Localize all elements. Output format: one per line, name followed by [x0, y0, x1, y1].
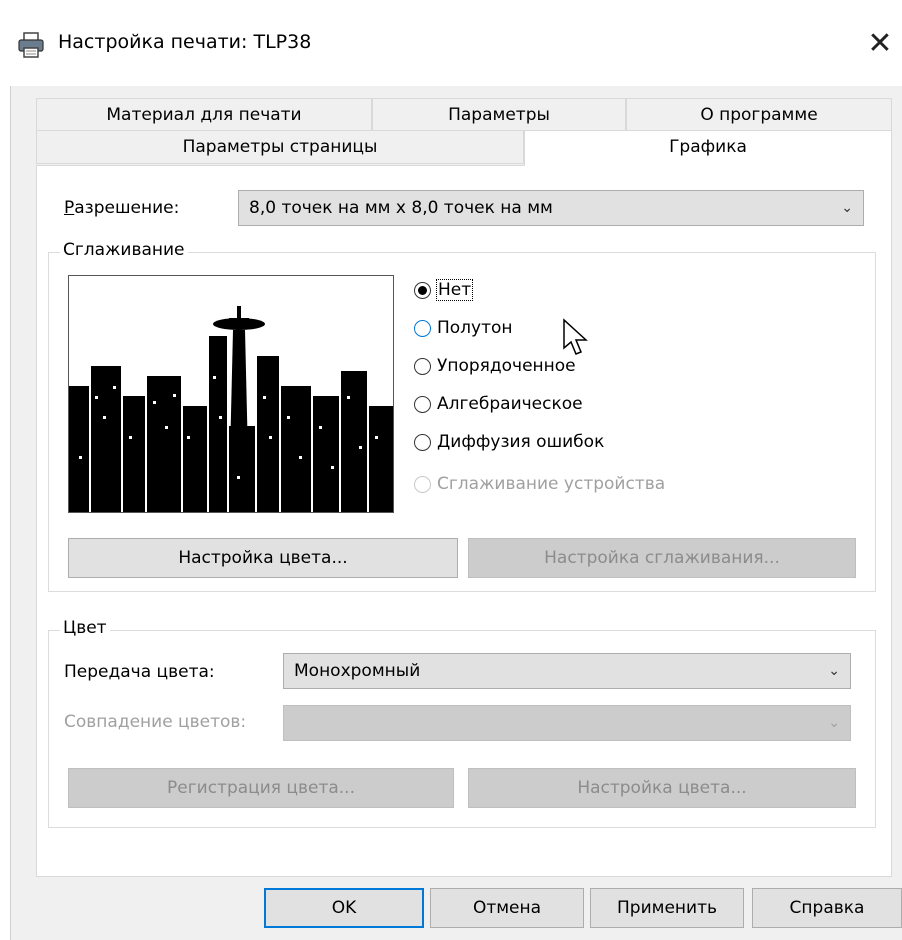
- help-button[interactable]: Справка: [752, 888, 902, 928]
- tab-material[interactable]: Материал для печати: [36, 98, 372, 132]
- color-setup-button[interactable]: Настройка цвета...: [68, 538, 458, 578]
- color-setup-button-2: Настройка цвета...: [468, 768, 856, 808]
- tab-page-settings[interactable]: Параметры страницы: [36, 130, 524, 164]
- radio-circle: [414, 475, 431, 493]
- radio-circle: [414, 319, 431, 337]
- radio-circle: [414, 281, 431, 299]
- radio-circle: [414, 357, 431, 375]
- chevron-down-icon: ⌄: [841, 200, 853, 216]
- radio-ordered[interactable]: Упорядоченное: [414, 356, 576, 376]
- apply-button[interactable]: Применить: [590, 888, 744, 928]
- close-button[interactable]: ✕: [860, 24, 900, 64]
- chevron-down-icon: ⌄: [828, 715, 840, 731]
- radio-none[interactable]: Нет: [414, 279, 474, 301]
- ok-button[interactable]: OK: [264, 888, 424, 928]
- tab-params[interactable]: Параметры: [372, 98, 626, 132]
- color-transfer-label: Передача цвета:: [64, 662, 215, 682]
- color-match-select: ⌄: [283, 705, 851, 741]
- resolution-select[interactable]: 8,0 точек на мм x 8,0 точек на мм ⌄: [238, 190, 864, 226]
- tab-about[interactable]: О программе: [626, 98, 892, 132]
- window-title: Настройка печати: TLP38: [58, 31, 312, 53]
- resolution-label: Разрешение:: [64, 198, 180, 218]
- radio-error-diffusion[interactable]: Диффузия ошибок: [414, 432, 604, 452]
- resolution-value: 8,0 точек на мм x 8,0 точек на мм: [249, 198, 553, 218]
- color-match-label: Совпадение цветов:: [64, 712, 247, 732]
- radio-ordered-label: Упорядоченное: [437, 356, 576, 376]
- color-transfer-select[interactable]: Монохромный ⌄: [283, 653, 851, 689]
- radio-error-diffusion-label: Диффузия ошибок: [437, 432, 605, 452]
- radio-circle: [414, 433, 431, 451]
- radio-algebraic[interactable]: Алгебраическое: [414, 394, 583, 414]
- mouse-cursor-icon: [563, 318, 588, 355]
- smoothing-group-title: Сглаживание: [60, 240, 188, 260]
- color-group-title: Цвет: [60, 618, 110, 638]
- tab-graphics[interactable]: Графика: [524, 130, 892, 166]
- radio-algebraic-label: Алгебраическое: [437, 394, 583, 414]
- radio-device-smoothing-label: Сглаживание устройства: [437, 474, 666, 494]
- title-bar: Настройка печати: TLP38 ✕: [0, 0, 902, 86]
- color-transfer-value: Монохромный: [294, 661, 421, 681]
- color-register-button: Регистрация цвета...: [68, 768, 454, 808]
- radio-circle: [414, 395, 431, 413]
- radio-halftone-label: Полутон: [437, 318, 513, 338]
- radio-none-label: Нет: [435, 279, 474, 301]
- cancel-button[interactable]: Отмена: [430, 888, 584, 928]
- dither-preview-image: [68, 275, 394, 513]
- printer-icon: [18, 32, 44, 58]
- radio-halftone[interactable]: Полутон: [414, 318, 513, 338]
- chevron-down-icon: ⌄: [828, 663, 840, 679]
- resolution-label-text: азрешение:: [74, 198, 180, 218]
- radio-device-smoothing: Сглаживание устройства: [414, 474, 665, 494]
- smoothing-setup-button: Настройка сглаживания...: [468, 538, 856, 578]
- skyline-image: [69, 276, 393, 512]
